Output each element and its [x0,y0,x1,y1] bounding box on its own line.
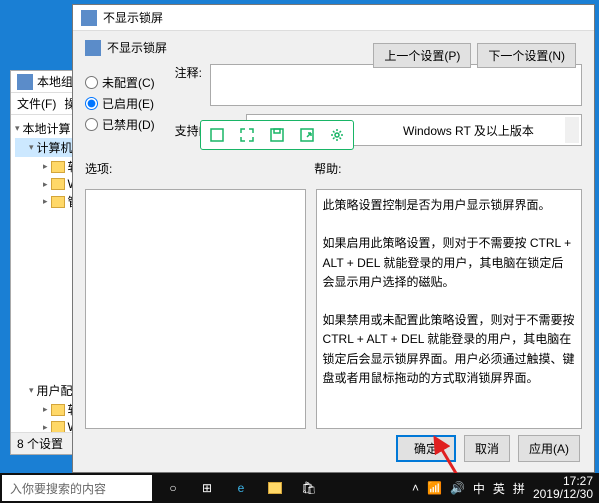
network-icon[interactable]: 📶 [427,481,442,495]
cancel-button[interactable]: 取消 [464,435,510,462]
edge-icon[interactable]: e [232,479,250,497]
folder-icon [51,196,65,208]
taskbar[interactable]: 入你要搜索的内容 ○ ⊞ e 🛍 ˄ 📶 🔊 中 英 拼 17:27 2019/… [0,473,599,503]
volume-icon[interactable]: 🔊 [450,481,465,495]
share-icon[interactable] [293,123,321,147]
policy-icon [85,40,101,56]
fullscreen-icon[interactable] [233,123,261,147]
help-box: 此策略设置控制是否为用户显示锁屏界面。 如果启用此策略设置，则对于不需要按 CT… [316,189,582,429]
dialog-title-text: 不显示锁屏 [103,9,163,26]
store-icon[interactable]: 🛍 [300,479,318,497]
ime-indicator[interactable]: 拼 [513,480,525,497]
ok-button[interactable]: 确定 [396,435,456,462]
taskbar-search[interactable]: 入你要搜索的内容 [2,475,152,501]
tray-up-icon[interactable]: ˄ [412,481,419,495]
radio-disabled[interactable]: 已禁用(D) [85,114,155,135]
screenshot-toolbar[interactable] [200,120,354,150]
menu-file[interactable]: 文件(F) [17,95,56,112]
folder-icon [51,404,65,416]
dialog-icon [81,10,97,26]
scrollbar[interactable] [565,117,579,143]
settings-icon[interactable] [323,123,351,147]
comment-field[interactable] [210,64,582,106]
save-icon[interactable] [263,123,291,147]
help-text: 如果禁用或未配置此策略设置，则对于不需要按 CTRL + ALT + DEL 就… [323,311,575,388]
help-text: 此策略设置控制是否为用户显示锁屏界面。 [323,196,575,215]
comment-label: 注释: [175,64,202,106]
ime-indicator[interactable]: 中 [473,480,485,497]
taskview-icon[interactable]: ⊞ [198,479,216,497]
prev-setting-button[interactable]: 上一个设置(P) [373,43,471,68]
dialog-titlebar[interactable]: 不显示锁屏 [73,5,594,31]
cortana-icon[interactable]: ○ [164,479,182,497]
gpedit-title-text: 本地组 [37,73,73,90]
subtitle-text: 不显示锁屏 [107,39,167,56]
radio-not-configured[interactable]: 未配置(C) [85,72,155,93]
folder-icon [51,161,65,173]
help-text: 如果启用此策略设置，则对于不需要按 CTRL + ALT + DEL 就能登录的… [323,234,575,292]
taskbar-clock[interactable]: 17:27 2019/12/30 [533,475,593,501]
rect-icon[interactable] [203,123,231,147]
apply-button[interactable]: 应用(A) [518,435,580,462]
folder-icon [51,178,65,190]
options-label: 选项: [85,160,304,177]
platform-text: Windows RT 及以上版本 [403,122,534,139]
ime-indicator[interactable]: 英 [493,480,505,497]
next-setting-button[interactable]: 下一个设置(N) [477,43,576,68]
gpedit-icon [17,74,33,90]
options-box [85,189,306,429]
help-label: 帮助: [314,160,582,177]
policy-dialog: 不显示锁屏 不显示锁屏 上一个设置(P) 下一个设置(N) 未配置(C) 已启用… [72,4,595,473]
state-radio-group: 未配置(C) 已启用(E) 已禁用(D) [85,72,155,142]
radio-enabled[interactable]: 已启用(E) [85,93,155,114]
explorer-icon[interactable] [266,479,284,497]
